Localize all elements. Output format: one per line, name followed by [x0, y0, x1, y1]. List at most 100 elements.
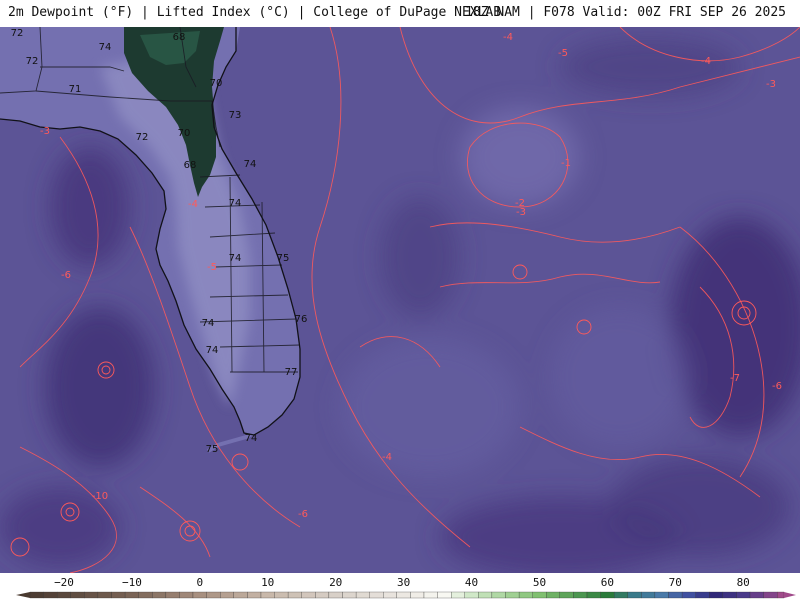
legend-swatch [233, 591, 248, 599]
lifted-index-label: -3 [516, 207, 526, 218]
lifted-index-label: -6 [772, 381, 782, 392]
legend-swatch [369, 591, 384, 599]
legend-tick-label: 20 [329, 576, 342, 589]
legend-tick-labels: −20 −10 0 10 20 30 40 50 60 70 80 [54, 576, 750, 589]
legend-swatch [410, 591, 425, 599]
legend-tick-label: 30 [397, 576, 410, 589]
legend-swatch [43, 591, 58, 599]
legend-swatch [342, 591, 357, 599]
dewpoint-label: 70 [210, 78, 223, 89]
lifted-index-label: -1 [561, 158, 571, 169]
legend-swatch [451, 591, 465, 599]
lifted-index-label: -3 [40, 126, 50, 137]
dewpoint-label: 70 [178, 128, 191, 139]
moist-pocket [560, 37, 740, 97]
moist-pocket [380, 197, 460, 317]
legend-scale: −20 −10 0 10 20 30 40 50 60 70 80 [16, 576, 796, 599]
legend-swatch [220, 591, 234, 599]
legend-swatch [614, 591, 628, 599]
legend-tick-label: −10 [122, 576, 142, 589]
lifted-index-label: -4 [503, 32, 513, 43]
legend-swatch [654, 591, 669, 599]
legend-swatch [274, 591, 289, 599]
dewpoint-label: 71 [69, 84, 82, 95]
dewpoint-label: 68 [173, 32, 186, 43]
legend-swatch [559, 591, 574, 599]
lifted-index-label: -4 [188, 199, 198, 210]
lifted-index-label: -4 [701, 56, 711, 67]
legend-swatch [152, 591, 167, 599]
legend-swatch [260, 591, 275, 599]
legend-swatch [423, 591, 438, 599]
drier-zone [550, 307, 690, 447]
legend-swatch [179, 591, 194, 599]
lifted-index-label: -7 [730, 373, 740, 384]
dewpoint-label: 72 [11, 28, 24, 39]
legend-swatch [70, 591, 85, 599]
legend-tick-label: 70 [669, 576, 682, 589]
legend-swatch [478, 591, 493, 599]
legend-swatch [138, 591, 153, 599]
legend-swatch [396, 591, 411, 599]
legend-tick-label: 10 [261, 576, 274, 589]
dewpoint-label: 74 [244, 159, 257, 170]
dewpoint-label: 75 [206, 444, 219, 455]
drier-zone [340, 337, 520, 477]
legend-swatch [695, 591, 710, 599]
moist-pocket [50, 147, 130, 267]
legend-swatch [532, 591, 547, 599]
legend-swatch [518, 591, 533, 599]
dewpoint-label: 74 [99, 42, 112, 53]
legend-swatch [97, 591, 112, 599]
moist-pocket [45, 307, 155, 467]
legend-swatch [84, 591, 99, 599]
legend-color-bar [16, 591, 796, 599]
legend-swatch [315, 591, 330, 599]
legend-swatch [641, 591, 656, 599]
moist-pocket [610, 457, 790, 557]
legend-swatch [546, 591, 561, 599]
legend-swatch [709, 591, 724, 599]
legend-tick-label: 50 [533, 576, 546, 589]
color-legend: −20 −10 0 10 20 30 40 50 60 70 80 [0, 573, 800, 600]
legend-swatch [464, 591, 479, 599]
legend-swatch [328, 591, 343, 599]
legend-tick-label: 80 [737, 576, 750, 589]
legend-swatch [491, 591, 506, 599]
dewpoint-label: 74 [206, 345, 219, 356]
legend-swatch [763, 591, 778, 599]
legend-swatch [722, 591, 737, 599]
legend-swatch [777, 591, 785, 599]
legend-swatch [29, 591, 44, 599]
legend-swatch [383, 591, 397, 599]
legend-swatch [165, 591, 180, 599]
header-bar: 2m Dewpoint (°F) | Lifted Index (°C) | C… [0, 0, 800, 27]
legend-swatch [287, 591, 302, 599]
legend-swatch [111, 591, 126, 599]
legend-swatch [437, 591, 452, 599]
legend-swatch [206, 591, 221, 599]
legend-swatch [573, 591, 588, 599]
dewpoint-label: 68 [184, 160, 197, 171]
legend-swatch [355, 591, 370, 599]
weather-map-app: 2m Dewpoint (°F) | Lifted Index (°C) | C… [0, 0, 800, 600]
lifted-index-label: -6 [298, 509, 308, 520]
product-title: 2m Dewpoint (°F) | Lifted Index (°C) | C… [8, 5, 502, 20]
legend-swatch [192, 591, 207, 599]
legend-swatch [57, 591, 71, 599]
dewpoint-label: 73 [229, 110, 242, 121]
dewpoint-label: 72 [26, 56, 39, 67]
map-panel: -4-5-4-3-3-1-2-3-4-5-6-7-6-4-10-6 747274… [0, 27, 800, 573]
dewpoint-label: 76 [295, 314, 308, 325]
legend-swatch [301, 591, 316, 599]
legend-tick-label: −20 [54, 576, 74, 589]
dewpoint-label: 74 [229, 198, 242, 209]
legend-tick-label: 40 [465, 576, 478, 589]
legend-swatch [600, 591, 615, 599]
legend-tick-label: 60 [601, 576, 614, 589]
dewpoint-label: 74 [229, 253, 242, 264]
legend-swatch [668, 591, 683, 599]
forecast-map: -4-5-4-3-3-1-2-3-4-5-6-7-6-4-10-6 747274… [0, 27, 800, 573]
lifted-index-label: -6 [61, 270, 71, 281]
lifted-index-label: -5 [207, 262, 217, 273]
